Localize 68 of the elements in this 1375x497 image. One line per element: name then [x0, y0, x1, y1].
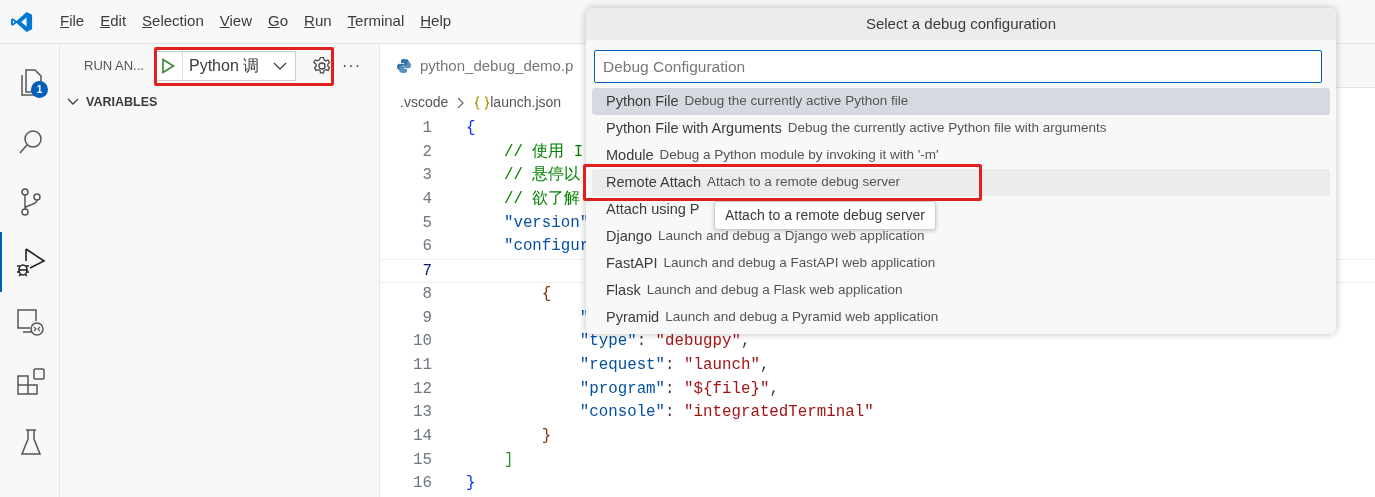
code-line: "program": "${file}", [578, 378, 779, 400]
line-number: 4 [421, 189, 432, 211]
list-item[interactable]: Python File with Arguments Debug the currently active Python file with arguments [592, 115, 1330, 142]
code-line: } [540, 425, 552, 447]
run-debug-icon [15, 246, 47, 278]
line-number: 11 [412, 354, 432, 376]
menu-item[interactable]: Help [412, 10, 460, 33]
remote-explorer-icon [15, 307, 47, 337]
menu-item[interactable]: Run [296, 10, 340, 33]
count-badge: 1 [31, 81, 48, 98]
json-file-icon [474, 95, 491, 110]
search-icon [17, 128, 45, 156]
code-line: "version" [502, 212, 590, 234]
search-field[interactable]: Debug Configuration [594, 50, 1322, 83]
code-line: { [466, 118, 476, 139]
code-line: // 使用 I [502, 141, 584, 163]
python-file-icon [396, 58, 412, 74]
menu-item[interactable]: View [211, 10, 260, 33]
menu-item[interactable]: Go [260, 10, 297, 33]
panel-title: Select a debug configuration [586, 8, 1336, 40]
menu-item[interactable]: File [52, 10, 93, 33]
line-number: 1 [421, 118, 432, 139]
chevron-down-icon[interactable] [272, 61, 287, 71]
code-line: "configur [502, 236, 590, 258]
list-item[interactable]: Python File Debug the currently active Python file [592, 88, 1330, 115]
settings-icon[interactable] [311, 56, 332, 76]
line-number: 3 [421, 165, 432, 187]
line-number: 8 [421, 283, 432, 305]
play-icon[interactable] [161, 58, 176, 74]
list-item[interactable]: Remote Attach Attach to a remote debug server [592, 169, 1330, 196]
breadcrumb-item[interactable]: launch.json [490, 92, 562, 113]
tooltip: Attach to a remote debug server [714, 201, 936, 230]
list-item[interactable]: Pyramid Launch and debug a Pyramid web application [592, 304, 1330, 331]
line-number: 14 [412, 425, 432, 447]
line-number: 5 [421, 212, 432, 234]
flask-icon [18, 427, 44, 457]
code-line: ] [502, 449, 514, 471]
source-control-icon [18, 186, 44, 218]
code-line: } [466, 473, 476, 495]
more-actions-button[interactable]: ··· [341, 54, 361, 78]
line-number: 10 [412, 331, 432, 353]
code-line: // 欲了解 [502, 189, 581, 211]
app-logo-icon [11, 10, 33, 33]
menu-item[interactable]: Edit [92, 10, 135, 33]
line-number: 6 [421, 236, 432, 258]
code-line: "request": "launch", [578, 354, 770, 376]
breadcrumb-item[interactable]: .vscode [400, 92, 449, 113]
line-number: 13 [412, 402, 432, 424]
line-number: 7 [421, 261, 432, 282]
line-number: 9 [421, 307, 432, 329]
chevron-down-icon[interactable] [66, 97, 80, 107]
section-header[interactable]: VARIABLES [80, 92, 158, 112]
activity-bar-item[interactable]: 1 [0, 52, 60, 112]
list-item[interactable]: FastAPI Launch and debug a FastAPI web application [592, 250, 1330, 277]
panel-title: RUN AN... [84, 57, 144, 76]
code-line: "type": "debugpy", [578, 331, 751, 353]
line-number: 12 [412, 378, 432, 400]
line-number: 15 [412, 449, 432, 471]
menu-item[interactable]: Terminal [339, 10, 413, 33]
list-item[interactable]: Module Debug a Python module by invoking it with '-m' [592, 142, 1330, 169]
extensions-icon [15, 366, 47, 398]
list-item[interactable]: Flask Launch and debug a Flask web application [592, 277, 1330, 304]
code-line: "console": "integratedTerminal" [578, 402, 874, 424]
code-line: // 悬停以 [502, 165, 581, 187]
code-line: { [540, 283, 552, 305]
line-number: 16 [412, 473, 432, 495]
line-number: 2 [421, 141, 432, 163]
menu-item[interactable]: Selection [134, 10, 212, 33]
